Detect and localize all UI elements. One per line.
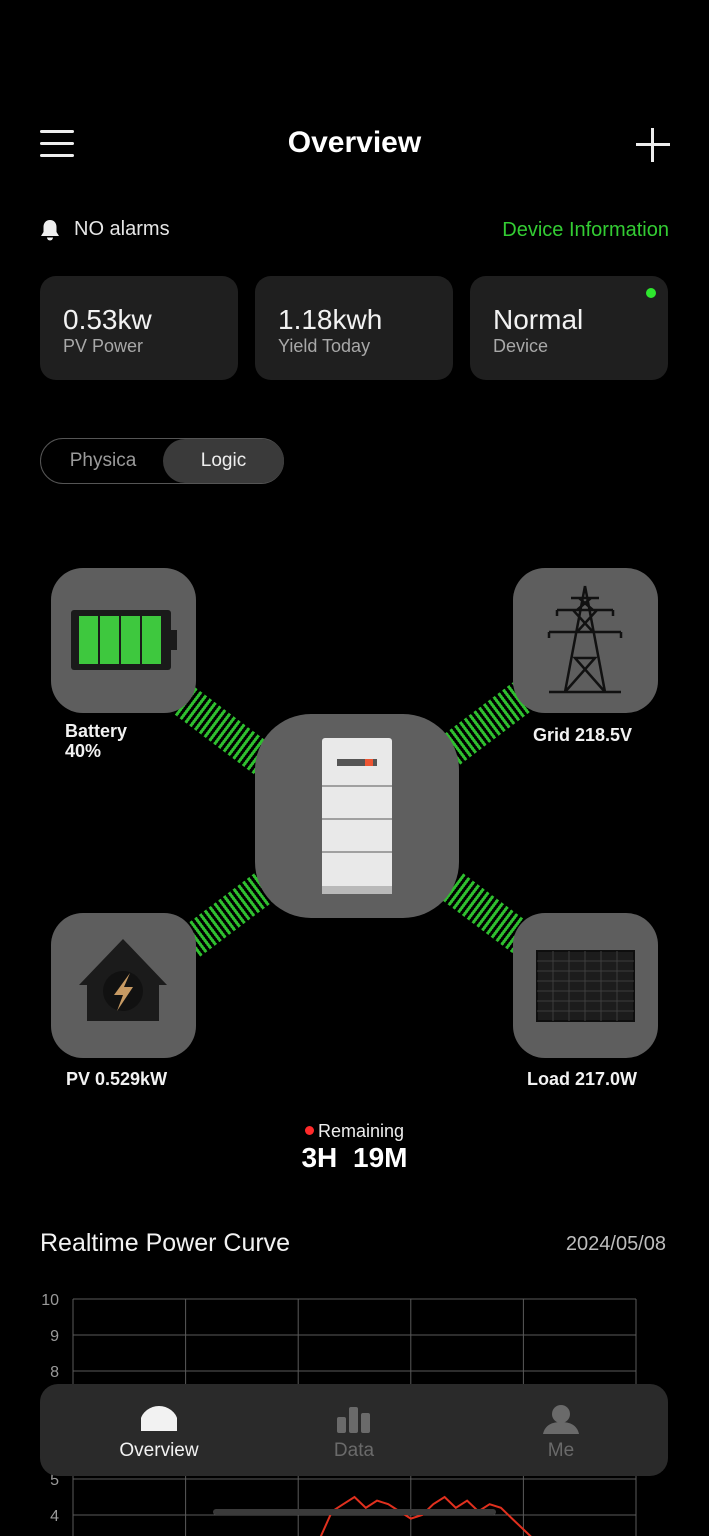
grid-node[interactable]: [513, 568, 658, 713]
device-status-card[interactable]: Normal Device: [470, 276, 668, 380]
bar-chart-icon: [337, 1407, 370, 1433]
yield-today-label: Yield Today: [278, 336, 371, 356]
series-line: [319, 1495, 532, 1536]
remaining-time: 3H 19M: [301, 1142, 408, 1173]
page-title: Overview: [287, 126, 422, 159]
pv-power-card[interactable]: 0.53kw PV Power: [40, 276, 238, 380]
power-tower-icon: [547, 585, 623, 694]
battery-percent: 40%: [65, 741, 102, 761]
chart-title: Realtime Power Curve: [40, 1229, 291, 1257]
nav-me-label: Me: [547, 1440, 575, 1461]
solar-panel-icon: [536, 950, 635, 1022]
yield-today-value: 1.18kwh: [278, 304, 383, 335]
pv-label: PV 0.529kW: [66, 1069, 168, 1089]
load-label: Load 217.0W: [527, 1069, 638, 1089]
nav-overview-label: Overview: [119, 1440, 199, 1461]
chart-date[interactable]: 2024/05/08: [566, 1233, 666, 1256]
y-tick-label: 10: [41, 1292, 59, 1309]
pv-power-value: 0.53kw: [63, 304, 152, 335]
pv-power-label: PV Power: [63, 336, 144, 356]
yield-today-card[interactable]: 1.18kwh Yield Today: [255, 276, 453, 380]
device-information-link[interactable]: Device Information: [502, 219, 669, 242]
view-toggle: Physica Logic: [40, 438, 284, 484]
y-tick-label: 4: [50, 1508, 59, 1525]
user-icon: [543, 1405, 579, 1434]
battery-label-text: Battery: [65, 721, 128, 741]
home-indicator: [213, 1509, 496, 1515]
device-status-value: Normal: [493, 304, 584, 335]
battery-icon: [71, 610, 177, 670]
toggle-logic[interactable]: Logic: [163, 439, 284, 483]
load-node[interactable]: [513, 913, 658, 1058]
y-tick-label: 9: [50, 1328, 59, 1345]
device-status-label: Device: [493, 336, 549, 356]
remaining-label: Remaining: [0, 1121, 709, 1142]
pv-node[interactable]: [51, 913, 196, 1058]
house-bolt-icon: [79, 939, 167, 1021]
nav-data-label: Data: [333, 1440, 375, 1461]
battery-stack-icon: [322, 738, 392, 894]
nav-overview[interactable]: Overview: [94, 1384, 224, 1476]
bell-icon: [41, 219, 59, 240]
alarm-status: NO alarms: [40, 218, 170, 241]
grid-label: Grid 218.5V: [533, 725, 633, 745]
inverter-node[interactable]: [255, 714, 459, 918]
home-icon: [141, 1406, 177, 1431]
remaining-text: Remaining: [317, 1121, 405, 1141]
battery-label: Battery 40%: [65, 721, 127, 761]
red-dot: [304, 1126, 314, 1135]
bottom-nav: Overview Data Me: [40, 1384, 668, 1476]
status-dot: [646, 288, 656, 298]
nav-data[interactable]: Data: [289, 1384, 419, 1476]
add-button[interactable]: [636, 128, 670, 162]
toggle-physical[interactable]: Physica: [41, 439, 165, 483]
battery-node[interactable]: [51, 568, 196, 713]
y-tick-label: 8: [50, 1364, 59, 1381]
alarm-text: NO alarms: [74, 218, 170, 240]
nav-me[interactable]: Me: [496, 1384, 626, 1476]
